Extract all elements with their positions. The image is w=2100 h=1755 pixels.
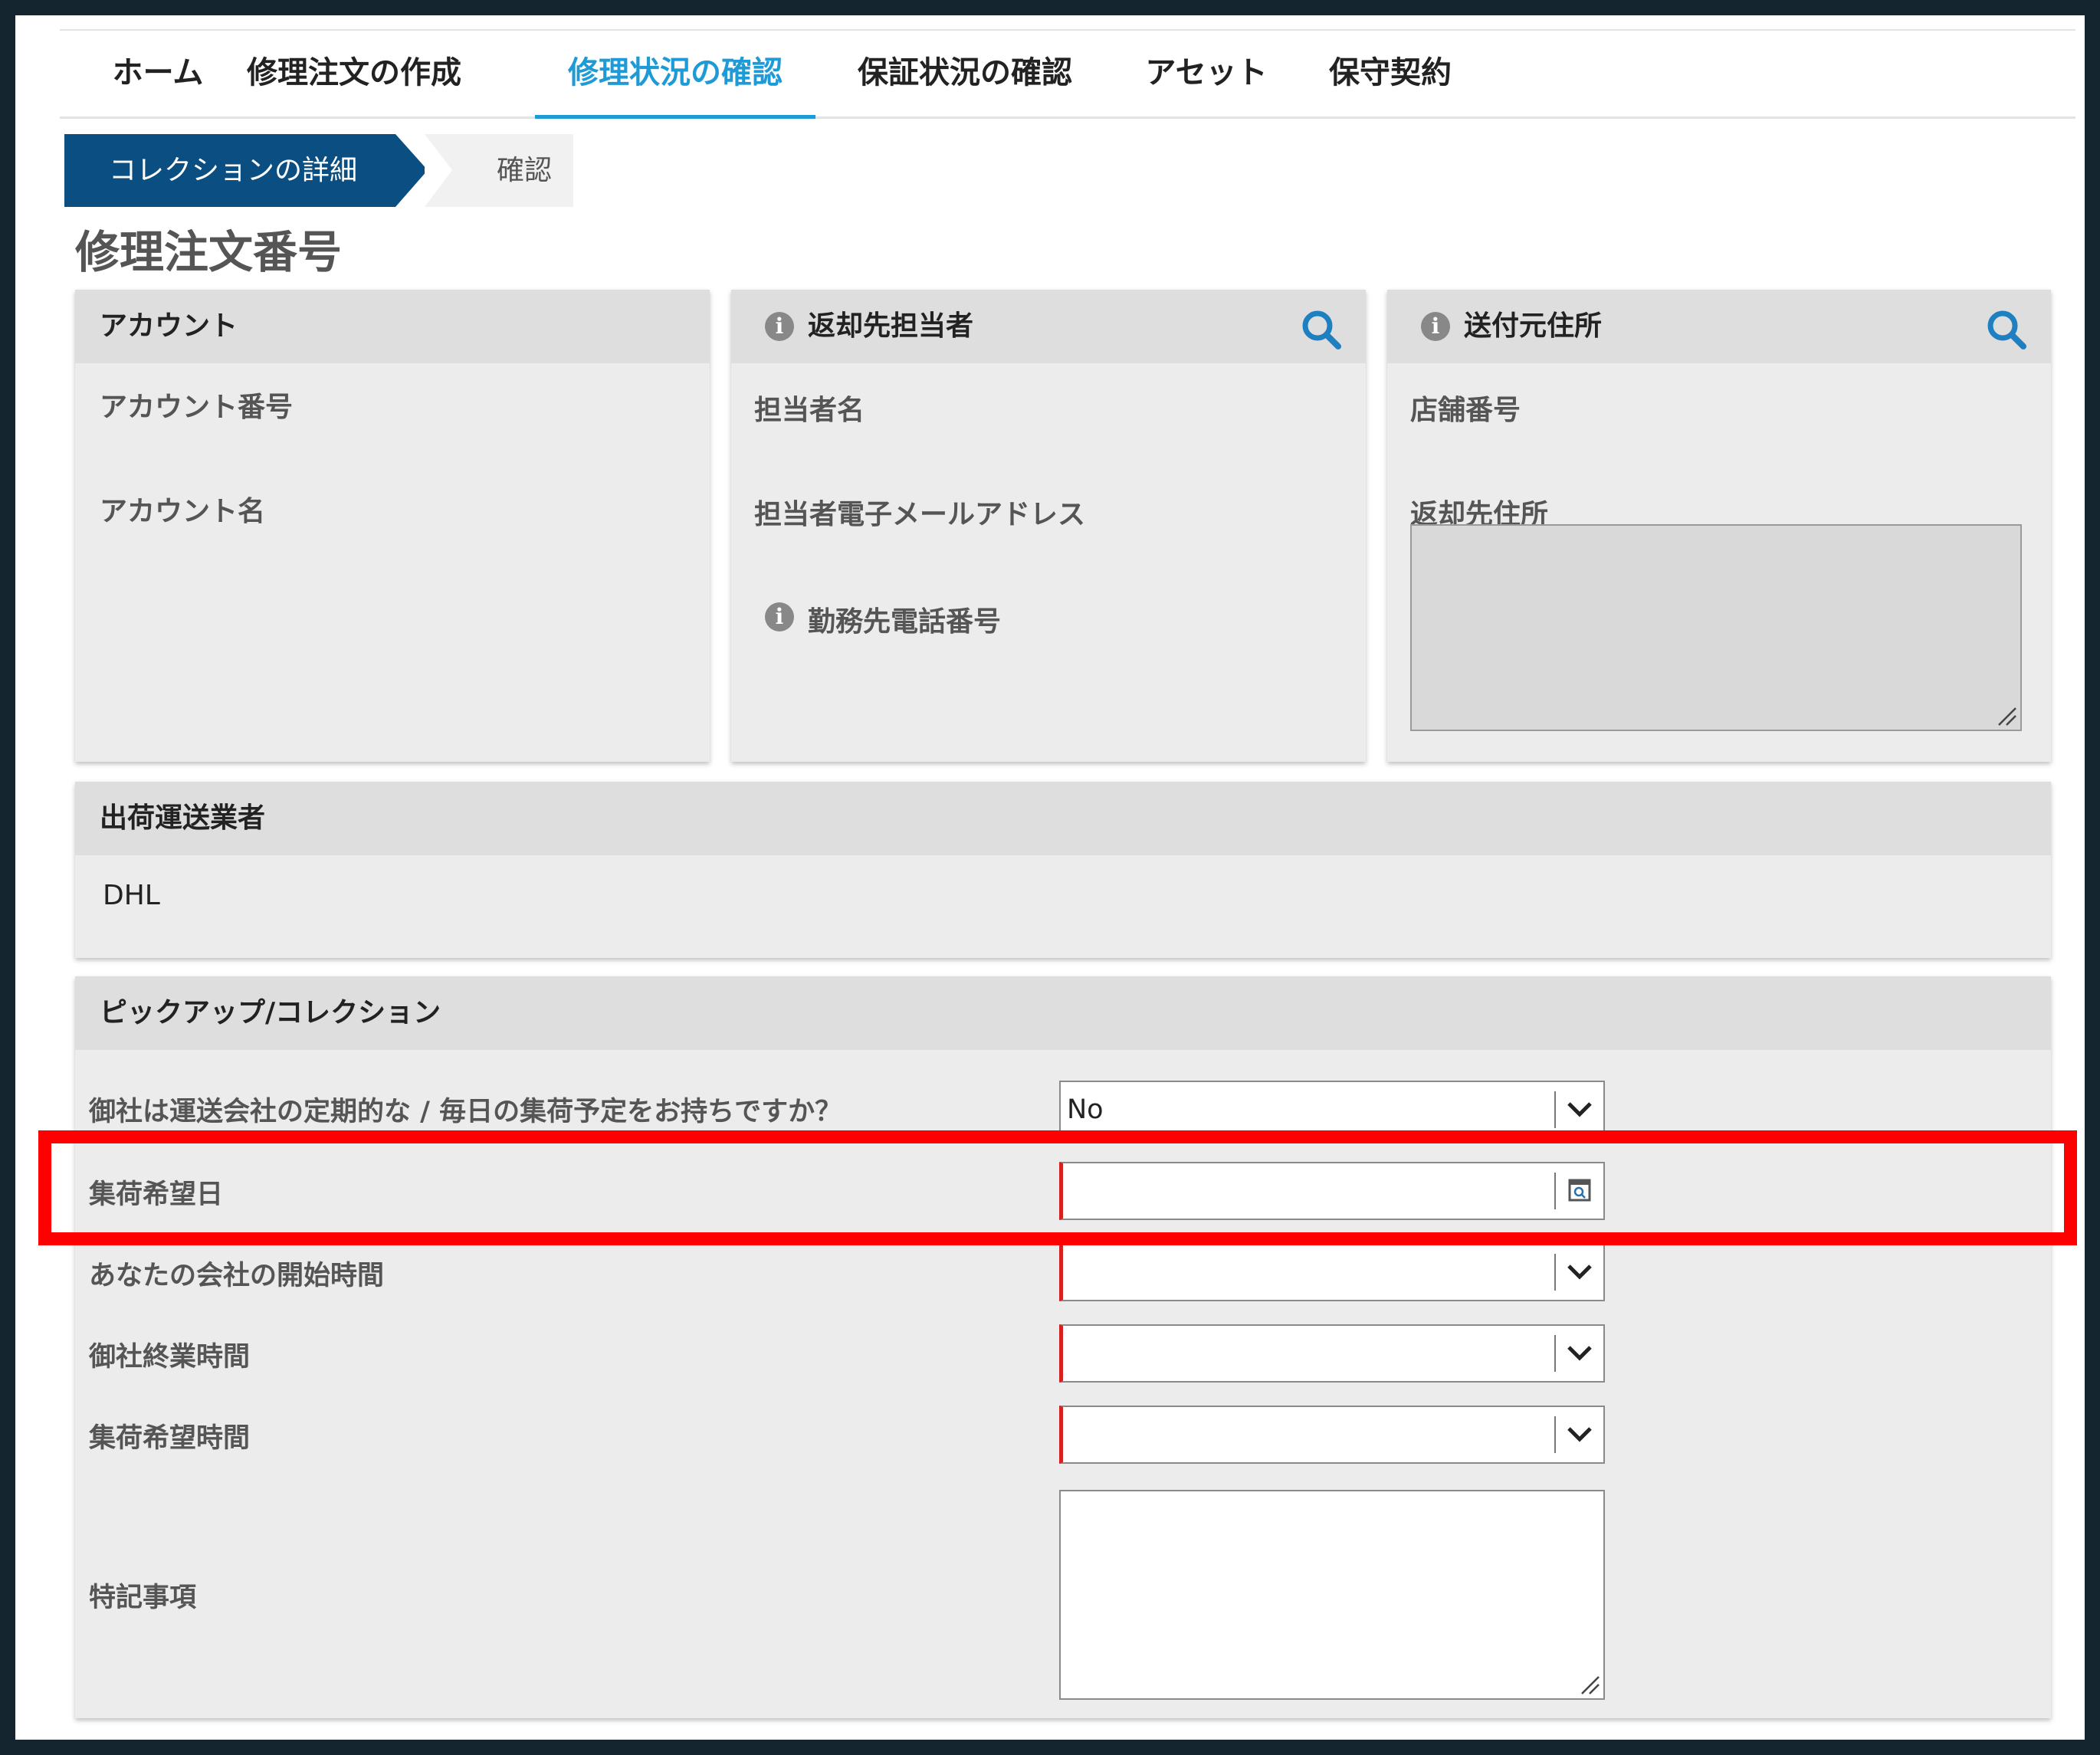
search-icon[interactable] [1300,308,1343,351]
close-time-select[interactable] [1059,1324,1605,1383]
account-number-label: アカウント番号 [100,392,294,423]
tab-repair-status[interactable]: 修理状況の確認 [535,31,815,119]
return-contact-header: i 返却先担当者 [731,290,1366,363]
step-arrow [395,134,428,207]
step-notch [425,134,452,207]
account-panel: アカウント アカウント番号 アカウント名 [75,290,710,762]
info-icon: i [1421,312,1450,341]
app-frame: ホーム 修理注文の作成 修理状況の確認 保証状況の確認 アセット 保守契約 コレ… [15,15,2085,1740]
chevron-down-icon[interactable] [1556,1407,1603,1462]
chevron-down-icon[interactable] [1556,1245,1603,1300]
ship-from-header: i 送付元住所 [1387,290,2051,363]
notes-textarea[interactable] [1059,1490,1605,1700]
work-phone-label: 勤務先電話番号 [808,606,1002,638]
account-name-label: アカウント名 [100,496,266,527]
main-nav: ホーム 修理注文の作成 修理状況の確認 保証状況の確認 アセット 保守契約 [60,29,2075,119]
tab-assets[interactable]: アセット [1114,31,1298,116]
ship-from-panel: i 送付元住所 店舗番号 返却先住所 [1387,290,2051,762]
info-icon: i [765,602,794,631]
store-number-label: 店舗番号 [1410,395,1521,426]
open-time-label: あなたの会社の開始時間 [89,1261,385,1291]
chevron-down-icon[interactable] [1556,1082,1603,1137]
notes-label: 特記事項 [89,1583,197,1613]
chevron-down-icon[interactable] [1556,1326,1603,1381]
scheduled-pickup-label: 御社は運送会社の定期的な / 毎日の集荷予定をお持ちですか？ [89,1097,842,1127]
carrier-panel: 出荷運送業者 DHL [75,782,2051,958]
carrier-panel-header: 出荷運送業者 [75,782,2051,855]
scheduled-pickup-value: No [1067,1094,1104,1125]
pickup-panel-header: ピックアップ/コレクション [75,976,2051,1050]
close-time-label: 御社終業時間 [89,1342,251,1373]
return-contact-title: 返却先担当者 [808,310,974,342]
contact-email-label: 担当者電子メールアドレス [754,499,1086,530]
step-collection-details: コレクションの詳細 [64,134,395,207]
search-icon[interactable] [1985,308,2028,351]
return-address-textarea[interactable] [1410,524,2022,731]
pickup-panel: ピックアップ/コレクション 御社は運送会社の定期的な / 毎日の集荷予定をお持ち… [75,976,2051,1718]
tab-warranty-status[interactable]: 保証状況の確認 [825,31,1105,116]
account-panel-header: アカウント [75,290,710,363]
open-time-select[interactable] [1059,1243,1605,1301]
carrier-value: DHL [103,880,160,911]
tab-create-repair-order[interactable]: 修理注文の作成 [225,31,483,116]
pickup-time-label: 集荷希望時間 [89,1423,251,1454]
return-contact-panel: i 返却先担当者 担当者名 担当者電子メールアドレス i 勤務先電話番号 [731,290,1366,762]
resize-grip-icon[interactable] [1577,1672,1600,1695]
pickup-time-select[interactable] [1059,1406,1605,1464]
page-title: 修理注文番号 [75,226,343,278]
tab-maintenance-contract[interactable]: 保守契約 [1298,31,1482,116]
tab-home[interactable]: ホーム [90,31,225,116]
highlight-box [38,1130,2077,1245]
contact-name-label: 担当者名 [754,395,865,426]
info-icon: i [765,312,794,341]
ship-from-title: 送付元住所 [1464,310,1603,342]
resize-grip-icon[interactable] [1994,704,2017,727]
